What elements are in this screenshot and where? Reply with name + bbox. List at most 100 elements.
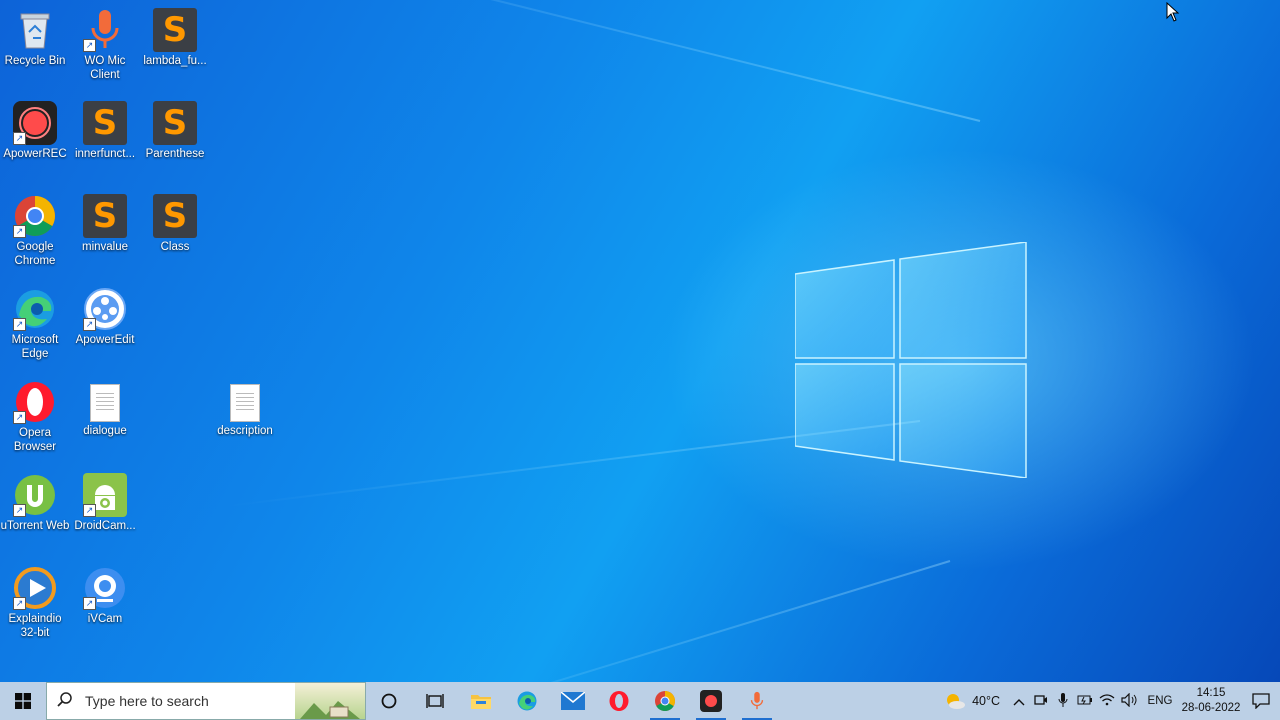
parenthese-desktop-icon[interactable]: S Parenthese xyxy=(140,97,210,183)
search-input[interactable] xyxy=(83,692,287,710)
apowerrec-desktop-icon[interactable]: ↗ ApowerREC xyxy=(0,97,70,183)
weather-sun-cloud-icon xyxy=(947,694,966,709)
text-file-icon xyxy=(230,384,260,422)
sublime-text-icon: S xyxy=(153,8,197,52)
explaindio-desktop-icon[interactable]: ↗ Explaindio 32-bit xyxy=(0,562,70,648)
opera-icon: ↗ xyxy=(13,380,57,424)
wifi-icon[interactable] xyxy=(1096,693,1118,709)
chrome-desktop-icon[interactable]: ↗ Google Chrome xyxy=(0,190,70,276)
utorrent-desktop-icon[interactable]: ↗ uTorrent Web xyxy=(0,469,70,555)
wo-mic-taskbar-button[interactable] xyxy=(734,682,780,720)
clock-time: 14:15 xyxy=(1196,687,1226,699)
desktop-wallpaper: Recycle Bin ↗ ApowerREC ↗ Google Chrome … xyxy=(0,0,1280,682)
task-view-button[interactable] xyxy=(412,682,458,720)
windows-logo xyxy=(795,242,1027,478)
edge-desktop-icon[interactable]: ↗ Microsoft Edge xyxy=(0,283,70,369)
mail-icon xyxy=(561,692,585,710)
system-tray: 40°C ENG 14:15 28-06-2022 xyxy=(944,682,1280,720)
weather-widget[interactable]: 40°C xyxy=(944,692,1000,710)
edge-label: Microsoft Edge xyxy=(11,334,59,360)
ivcam-label: iVCam xyxy=(87,613,123,625)
file-explorer-taskbar-button[interactable] xyxy=(458,682,504,720)
taskbar-clock[interactable]: 14:15 28-06-2022 xyxy=(1180,686,1242,716)
volume-speaker-icon[interactable] xyxy=(1118,692,1140,710)
opera-label: Opera Browser xyxy=(13,427,57,453)
shortcut-arrow-icon: ↗ xyxy=(13,318,26,331)
chrome-label: Google Chrome xyxy=(14,241,56,267)
taskbar-search-box[interactable] xyxy=(46,682,366,720)
droidcam-icon: ↗ xyxy=(83,473,127,517)
microphone-icon: ↗ xyxy=(83,8,127,52)
explaindio-icon: ↗ xyxy=(13,566,57,610)
battery-charging-icon[interactable] xyxy=(1074,694,1096,709)
wo-mic-desktop-icon[interactable]: ↗ WO Mic Client xyxy=(70,4,140,90)
search-highlight-image-icon xyxy=(295,683,365,719)
show-hidden-icons-chevron-up-icon[interactable] xyxy=(1008,694,1030,709)
search-icon xyxy=(47,691,83,712)
description-label: description xyxy=(217,425,273,437)
camera-tray-icon[interactable] xyxy=(1030,693,1052,710)
class-desktop-icon[interactable]: S Class xyxy=(140,190,210,276)
mail-taskbar-button[interactable] xyxy=(550,682,596,720)
cortana-button[interactable] xyxy=(366,682,412,720)
opera-icon xyxy=(609,691,629,711)
windows-start-icon xyxy=(15,693,31,709)
clock-date: 28-06-2022 xyxy=(1181,702,1241,714)
wo-mic-label: WO Mic Client xyxy=(84,55,126,81)
action-center-button[interactable] xyxy=(1242,693,1280,709)
droidcam-desktop-icon[interactable]: ↗ DroidCam... xyxy=(70,469,140,555)
chrome-icon: ↗ xyxy=(13,194,57,238)
utorrent-icon: ↗ xyxy=(13,473,57,517)
innerfunct-desktop-icon[interactable]: S innerfunct... xyxy=(70,97,140,183)
chrome-taskbar-button[interactable] xyxy=(642,682,688,720)
notification-icon xyxy=(1252,693,1270,709)
shortcut-arrow-icon: ↗ xyxy=(13,597,26,610)
apoweredit-desktop-icon[interactable]: ↗ ApowerEdit xyxy=(70,283,140,369)
apowerrec-icon: ↗ xyxy=(13,101,57,145)
innerfunct-label: innerfunct... xyxy=(74,148,136,160)
edge-icon xyxy=(517,691,537,711)
dialogue-desktop-icon[interactable]: dialogue xyxy=(70,376,140,462)
chrome-icon xyxy=(655,691,675,711)
start-button[interactable] xyxy=(0,682,46,720)
apoweredit-icon: ↗ xyxy=(83,287,127,331)
microphone-tray-icon[interactable] xyxy=(1052,692,1074,710)
shortcut-arrow-icon: ↗ xyxy=(13,132,26,145)
droidcam-label: DroidCam... xyxy=(74,520,136,532)
folder-icon xyxy=(471,695,491,709)
edge-taskbar-button[interactable] xyxy=(504,682,550,720)
recycle-bin-desktop-icon[interactable]: Recycle Bin xyxy=(0,4,70,90)
explaindio-label: Explaindio 32-bit xyxy=(8,613,62,639)
shortcut-arrow-icon: ↗ xyxy=(13,411,26,424)
taskbar: 40°C ENG 14:15 28-06-2022 xyxy=(0,682,1280,720)
lambda-desktop-icon[interactable]: S lambda_fu... xyxy=(140,4,210,90)
apowerrec-label: ApowerREC xyxy=(3,148,67,160)
lambda-label: lambda_fu... xyxy=(143,55,207,67)
shortcut-arrow-icon: ↗ xyxy=(13,225,26,238)
minvalue-label: minvalue xyxy=(81,241,129,253)
description-desktop-icon[interactable]: description xyxy=(210,376,280,462)
webcam-icon: ↗ xyxy=(83,566,127,610)
recycle-bin-label: Recycle Bin xyxy=(4,55,66,67)
utorrent-label: uTorrent Web xyxy=(0,520,70,532)
microphone-icon xyxy=(750,691,764,710)
parenthese-label: Parenthese xyxy=(145,148,205,160)
sublime-text-icon: S xyxy=(83,194,127,238)
shortcut-arrow-icon: ↗ xyxy=(83,39,96,52)
apowerrec-taskbar-button[interactable] xyxy=(688,682,734,720)
shortcut-arrow-icon: ↗ xyxy=(13,504,26,517)
text-file-icon xyxy=(90,384,120,422)
minvalue-desktop-icon[interactable]: S minvalue xyxy=(70,190,140,276)
wallpaper-light-beam xyxy=(328,560,951,682)
input-language-indicator[interactable]: ENG xyxy=(1140,695,1180,707)
opera-taskbar-button[interactable] xyxy=(596,682,642,720)
wallpaper-light-beam xyxy=(203,0,981,122)
opera-desktop-icon[interactable]: ↗ Opera Browser xyxy=(0,376,70,462)
sublime-text-icon: S xyxy=(153,194,197,238)
ivcam-desktop-icon[interactable]: ↗ iVCam xyxy=(70,562,140,648)
shortcut-arrow-icon: ↗ xyxy=(83,504,96,517)
shortcut-arrow-icon: ↗ xyxy=(83,318,96,331)
class-label: Class xyxy=(160,241,190,253)
cortana-icon xyxy=(381,693,397,709)
apowerrec-icon xyxy=(700,690,722,712)
